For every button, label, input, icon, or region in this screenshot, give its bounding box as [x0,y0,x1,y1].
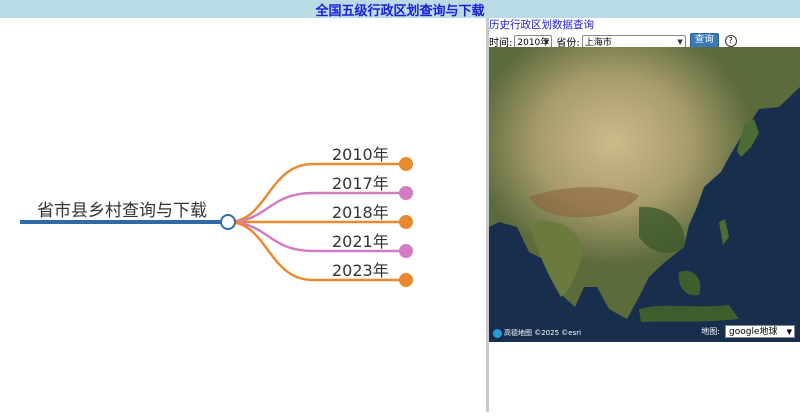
map-type-label: 地图: [701,327,720,336]
province-select-value: 上海市 [584,37,612,48]
satellite-map[interactable] [489,47,800,342]
branch-node[interactable] [399,215,413,229]
branch-label[interactable]: 2021年 [332,232,389,251]
branch-node[interactable] [399,244,413,258]
page-header: 全国五级行政区划查询与下载 [0,0,800,19]
root-node[interactable] [220,214,236,230]
root-label: 省市县乡村查询与下载 [37,201,207,221]
time-select[interactable]: 2010年 ▼ [514,34,553,48]
map-type-select[interactable]: google地球 ▼ [725,325,795,338]
mindmap-area: 省市县乡村查询与下载 2010年 2017年 2018年 2021年 2023年 [0,18,486,412]
map-type-value: google地球 [729,327,778,337]
map-view[interactable]: 高德地图 ©2025 ©esri 地图: google地球 ▼ [489,47,800,342]
branch-label[interactable]: 2023年 [332,261,389,280]
branch-node[interactable] [399,273,413,287]
map-attribution: 高德地图 ©2025 ©esri [493,328,581,338]
mindmap-svg: 省市县乡村查询与下载 2010年 2017年 2018年 2021年 2023年 [20,145,413,287]
question-circle-icon[interactable]: ? [724,35,737,47]
chevron-down-icon: ▼ [677,37,683,46]
province-select[interactable]: 上海市 ▼ [581,34,686,48]
telegram-icon [493,328,502,338]
branch-label[interactable]: 2017年 [332,174,389,193]
map-indonesia [639,305,739,322]
branch-label[interactable]: 2018年 [332,203,389,222]
query-panel: 历史行政区划数据查询 时间: 2010年 ▼ 省份: 上海市 ▼ 查询 ? 高德… [489,18,800,412]
branch-node[interactable] [399,186,413,200]
branch-label[interactable]: 2010年 [332,145,389,164]
branch-node[interactable] [399,157,413,171]
panel-title: 历史行政区划数据查询 [489,19,594,31]
page-title: 全国五级行政区划查询与下载 [315,4,485,19]
chevron-down-icon: ▼ [786,328,792,336]
chevron-down-icon: ▼ [543,37,550,46]
map-attribution-text: 高德地图 ©2025 ©esri [504,329,582,337]
